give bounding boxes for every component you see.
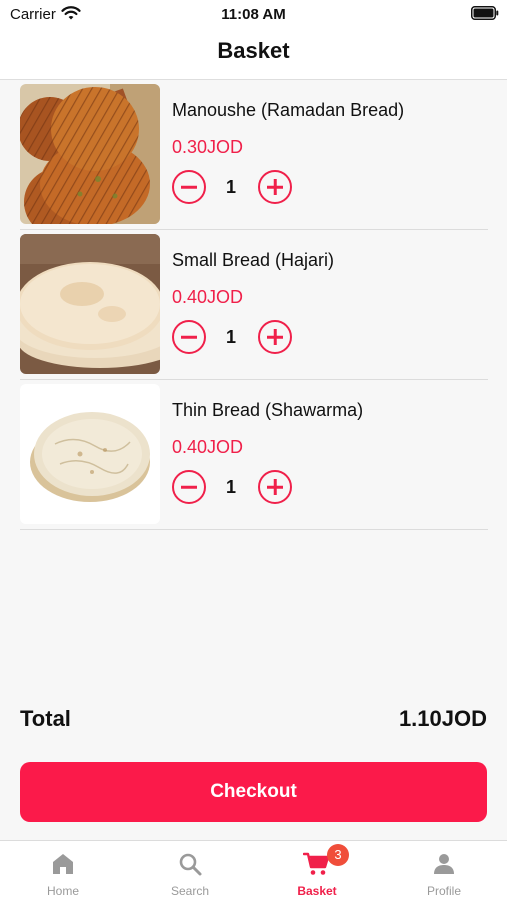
basket-item: Manoushe (Ramadan Bread) 0.30JOD 1 (20, 80, 488, 230)
decrease-quantity-button[interactable] (172, 320, 206, 354)
status-time: 11:08 AM (221, 6, 286, 23)
product-price: 0.40JOD (172, 287, 244, 307)
product-price: 0.40JOD (172, 437, 244, 457)
person-icon (431, 851, 457, 882)
tab-label: Home (46, 884, 79, 898)
tab-search[interactable]: Search (127, 841, 253, 900)
product-image-manoushe (20, 84, 160, 224)
tab-label: Search (170, 884, 210, 898)
increase-quantity-button[interactable] (258, 320, 292, 354)
product-image-thin-bread (20, 384, 160, 524)
quantity-value: 1 (225, 477, 236, 497)
status-bar: Carrier 11:08 AM (0, 0, 507, 28)
total-label: Total (20, 706, 71, 731)
home-icon (50, 851, 76, 882)
search-icon (177, 851, 203, 882)
decrease-quantity-button[interactable] (172, 170, 206, 204)
tab-label: Basket (297, 884, 337, 898)
product-name: Thin Bread (Shawarma) (172, 400, 364, 420)
quantity-value: 1 (225, 177, 236, 197)
product-image-small-bread (20, 234, 160, 374)
product-name: Small Bread (Hajari) (172, 250, 335, 270)
decrease-quantity-button[interactable] (172, 470, 206, 504)
checkout-button[interactable]: Checkout (20, 762, 487, 822)
page-title: Basket (217, 38, 290, 63)
increase-quantity-button[interactable] (258, 470, 292, 504)
total-value: 1.10JOD (398, 706, 487, 731)
increase-quantity-button[interactable] (258, 170, 292, 204)
tab-basket[interactable]: 3 Basket (254, 841, 380, 900)
basket-item: Thin Bread (Shawarma) 0.40JOD 1 (20, 380, 488, 530)
quantity-value: 1 (225, 327, 236, 347)
tab-home[interactable]: Home (0, 841, 126, 900)
cart-count-badge: 3 (327, 844, 349, 866)
basket-item: Small Bread (Hajari) 0.40JOD 1 (20, 230, 488, 380)
product-price: 0.30JOD (172, 137, 244, 157)
battery-icon (471, 6, 499, 25)
product-name: Manoushe (Ramadan Bread) (172, 100, 405, 120)
tab-bar: Home Search 3 Basket Profile (0, 840, 507, 900)
tab-label: Profile (426, 884, 461, 898)
tab-profile[interactable]: Profile (381, 841, 507, 900)
nav-bar: Basket (0, 28, 507, 80)
